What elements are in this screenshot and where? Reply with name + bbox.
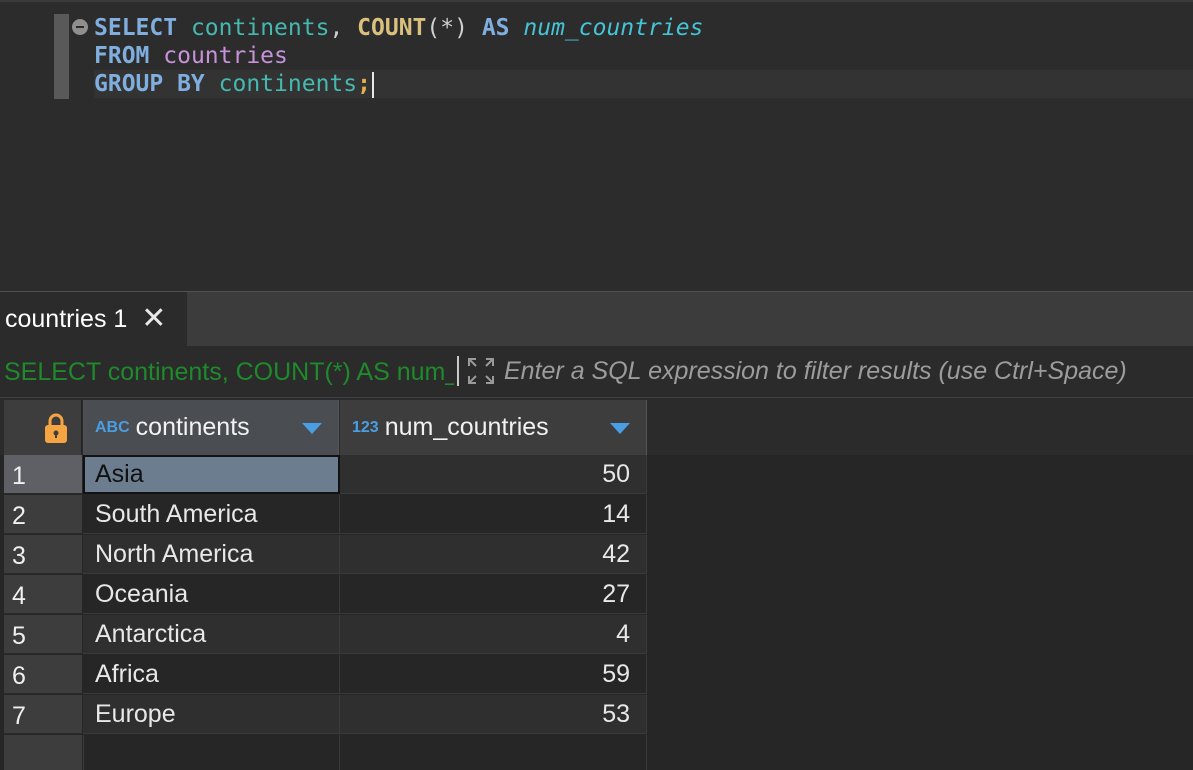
table-row[interactable]: 7 Europe 53 [0, 695, 1193, 735]
grid-divider [339, 735, 340, 770]
identifier-continents: continents [190, 15, 330, 41]
cell-continent[interactable]: Antarctica [83, 615, 340, 654]
keyword-from: FROM [94, 43, 150, 69]
table-row[interactable]: 1 Asia 50 [0, 455, 1193, 495]
row-number[interactable]: 1 [4, 455, 82, 494]
close-icon[interactable]: ✕ [141, 304, 166, 334]
row-number[interactable]: 7 [4, 695, 82, 734]
table-row[interactable]: 2 South America 14 [0, 495, 1193, 535]
cell-continent[interactable]: Africa [83, 655, 340, 694]
filter-input[interactable] [504, 354, 1189, 388]
code-line-3[interactable]: GROUP BY continents; [94, 70, 1193, 98]
cell-count[interactable]: 42 [340, 535, 647, 574]
function-count: COUNT [357, 15, 427, 41]
row-number[interactable]: 6 [4, 655, 82, 694]
keyword-select: SELECT [94, 15, 178, 41]
row-number[interactable]: 3 [4, 535, 82, 574]
keyword-as: AS [481, 15, 510, 41]
column-header-num-countries[interactable]: 123 num_countries [340, 400, 647, 455]
grid-header: ABC continents 123 num_countries [0, 398, 1193, 455]
identifier-continents: continents [218, 71, 358, 97]
code-line-1[interactable]: SELECT continents, COUNT(*) AS num_count… [94, 14, 703, 42]
alias-num-countries: num_countries [523, 15, 704, 41]
cell-count[interactable]: 14 [340, 495, 647, 534]
number-type-icon: 123 [352, 418, 379, 436]
sort-arrow-icon[interactable] [302, 423, 322, 434]
cell-continent[interactable]: South America [83, 495, 340, 534]
table-row[interactable]: 4 Oceania 27 [0, 575, 1193, 615]
table-row[interactable]: 3 North America 42 [0, 535, 1193, 575]
sort-arrow-icon[interactable] [610, 423, 630, 434]
cell-continent[interactable]: North America [83, 535, 340, 574]
table-row[interactable]: 5 Antarctica 4 [0, 615, 1193, 655]
filter-divider [457, 356, 459, 386]
function-args: (*) [426, 15, 468, 41]
results-grid: ABC continents 123 num_countries 1 Asia … [0, 398, 1193, 770]
sql-editor[interactable]: SELECT continents, COUNT(*) AS num_count… [0, 0, 1193, 291]
grid-corner[interactable] [4, 400, 82, 455]
semicolon: ; [357, 71, 371, 97]
cell-continent[interactable]: Europe [83, 695, 340, 734]
text-type-icon: ABC [95, 418, 130, 436]
code-line-2[interactable]: FROM countries [94, 42, 288, 70]
keyword-group-by: GROUP BY [94, 71, 205, 97]
results-tab-bar: countries 1 ✕ [0, 291, 1193, 346]
tab-label: countries 1 [5, 304, 128, 333]
row-number[interactable]: 4 [4, 575, 82, 614]
cell-count[interactable]: 59 [340, 655, 647, 694]
filter-bar: SELECT continents, COUNT(*) AS num_count… [0, 346, 1193, 398]
column-title: continents [135, 413, 250, 441]
tab-countries-1[interactable]: countries 1 ✕ [0, 292, 187, 346]
table-row[interactable]: 6 Africa 59 [0, 655, 1193, 695]
cell-count[interactable]: 4 [340, 615, 647, 654]
cell-count[interactable]: 50 [340, 455, 647, 494]
table-name: countries [163, 43, 288, 69]
lock-icon [45, 413, 67, 443]
grid-divider [83, 735, 84, 770]
gutter-active-marker [54, 14, 69, 99]
cell-continent[interactable]: Oceania [83, 575, 340, 614]
cell-count[interactable]: 27 [340, 575, 647, 614]
column-header-continents[interactable]: ABC continents [83, 400, 339, 455]
fold-icon[interactable] [72, 19, 88, 35]
row-number[interactable]: 2 [4, 495, 82, 534]
cell-continent[interactable]: Asia [83, 455, 340, 494]
grid-divider [646, 735, 647, 770]
row-number[interactable]: 5 [4, 615, 82, 654]
comma: , [329, 15, 344, 41]
cell-count[interactable]: 53 [340, 695, 647, 734]
expand-icon[interactable] [466, 356, 496, 386]
empty-row-number [4, 735, 82, 770]
text-caret [371, 71, 374, 98]
column-title: num_countries [384, 413, 549, 441]
active-query-text[interactable]: SELECT continents, COUNT(*) AS num_count… [4, 356, 454, 388]
